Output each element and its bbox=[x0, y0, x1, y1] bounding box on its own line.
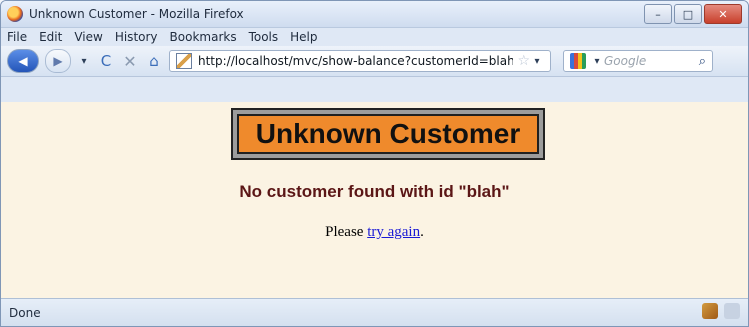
navigation-toolbar: ◀ ▶ ▾ C ✕ ⌂ http://localhost/mvc/show-ba… bbox=[1, 46, 748, 77]
page-content: Unknown Customer No customer found with … bbox=[1, 102, 748, 300]
retry-suffix: . bbox=[420, 224, 424, 240]
back-button[interactable]: ◀ bbox=[7, 49, 39, 73]
search-placeholder[interactable]: Google bbox=[604, 54, 699, 68]
maximize-button[interactable]: □ bbox=[674, 4, 702, 24]
retry-line: Please try again. bbox=[1, 224, 748, 241]
menu-help[interactable]: Help bbox=[290, 30, 317, 44]
minimize-button[interactable]: – bbox=[644, 4, 672, 24]
status-bar: Done bbox=[1, 298, 748, 326]
menu-bar: File Edit View History Bookmarks Tools H… bbox=[1, 28, 748, 46]
menu-bookmarks[interactable]: Bookmarks bbox=[170, 30, 237, 44]
title-bar: Unknown Customer - Mozilla Firefox – □ ✕ bbox=[1, 1, 748, 28]
google-icon[interactable] bbox=[570, 53, 586, 69]
reload-icon[interactable]: C bbox=[97, 52, 115, 70]
try-again-link[interactable]: try again bbox=[367, 224, 420, 240]
bookmark-star-icon[interactable]: ☆ bbox=[517, 53, 530, 69]
history-dropdown-icon[interactable]: ▾ bbox=[77, 54, 91, 68]
browser-window: Unknown Customer - Mozilla Firefox – □ ✕… bbox=[0, 0, 749, 327]
error-message: No customer found with id "blah" bbox=[239, 182, 510, 201]
window-title: Unknown Customer - Mozilla Firefox bbox=[29, 7, 244, 21]
heading-banner: Unknown Customer bbox=[237, 114, 539, 154]
forward-button[interactable]: ▶ bbox=[45, 49, 71, 73]
stop-icon[interactable]: ✕ bbox=[121, 52, 139, 71]
close-button[interactable]: ✕ bbox=[704, 4, 742, 24]
window-controls: – □ ✕ bbox=[644, 4, 742, 24]
menu-history[interactable]: History bbox=[115, 30, 158, 44]
site-icon bbox=[176, 53, 192, 69]
search-icon[interactable]: ⌕ bbox=[699, 54, 706, 69]
security-icon bbox=[702, 303, 718, 319]
menu-tools[interactable]: Tools bbox=[249, 30, 279, 44]
address-bar[interactable]: http://localhost/mvc/show-balance?custom… bbox=[169, 50, 551, 72]
status-icons bbox=[702, 303, 740, 319]
search-box[interactable]: ▾ Google ⌕ bbox=[563, 50, 713, 72]
resize-grip-icon[interactable] bbox=[724, 303, 740, 319]
menu-file[interactable]: File bbox=[7, 30, 27, 44]
search-engine-dropdown-icon[interactable]: ▾ bbox=[590, 54, 604, 68]
firefox-icon bbox=[7, 6, 23, 22]
address-text[interactable]: http://localhost/mvc/show-balance?custom… bbox=[198, 54, 513, 68]
retry-prefix: Please bbox=[325, 224, 368, 240]
address-dropdown-icon[interactable]: ▾ bbox=[530, 54, 544, 68]
page-title: Unknown Customer bbox=[255, 118, 521, 149]
home-icon[interactable]: ⌂ bbox=[145, 52, 163, 70]
menu-view[interactable]: View bbox=[74, 30, 102, 44]
heading-frame: Unknown Customer bbox=[231, 108, 545, 160]
menu-edit[interactable]: Edit bbox=[39, 30, 62, 44]
status-text: Done bbox=[9, 305, 41, 320]
